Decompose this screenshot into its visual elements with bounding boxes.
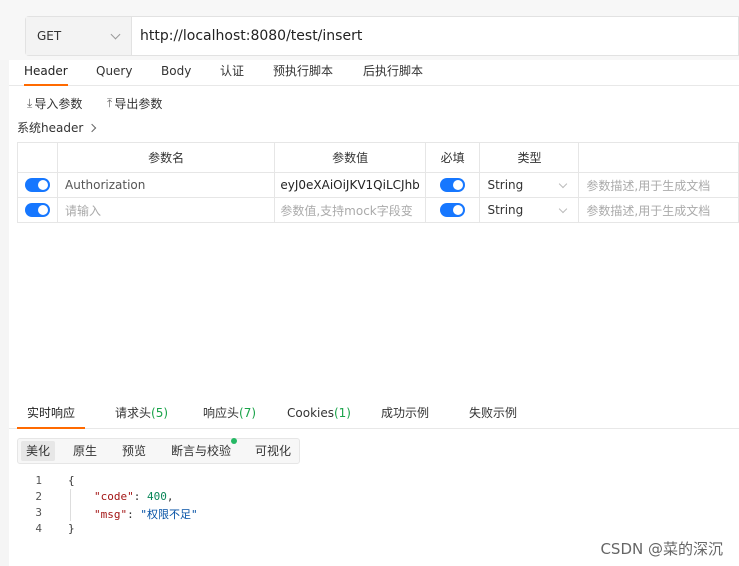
tab-count: (1) (333, 406, 351, 420)
download-icon: ⤓ (27, 96, 33, 110)
import-params-label: 导入参数 (34, 97, 83, 111)
view-tab-raw[interactable]: 原生 (68, 441, 102, 461)
code-close-brace: } (68, 522, 75, 535)
view-tab-preview[interactable]: 预览 (117, 441, 151, 461)
watermark: CSDN @菜的深沉 (600, 540, 723, 558)
tab-count: (5) (151, 406, 169, 420)
upload-icon: ⤒ (107, 96, 113, 110)
chevron-down-icon (559, 204, 568, 214)
tab-label: Cookies (287, 406, 334, 420)
tab-count: (7) (239, 406, 257, 420)
header-description (578, 142, 739, 173)
tab-cookies[interactable]: Cookies(1) (287, 400, 351, 429)
header-param-name: 参数名 (56, 142, 276, 173)
param-description-field[interactable]: 参数描述,用于生成文档 (578, 172, 739, 198)
tab-header[interactable]: Header (24, 58, 68, 86)
tab-pre-script[interactable]: 预执行脚本 (273, 58, 333, 86)
type-select[interactable]: String (479, 172, 580, 198)
tab-body[interactable]: Body (161, 58, 191, 86)
request-url-bar: GET http://localhost:8080/test/insert (25, 16, 739, 56)
response-body: 1 2 3 4 { "code": 400, "msg": "权限不足" } (17, 474, 739, 544)
enable-cell (17, 197, 58, 223)
url-input[interactable]: http://localhost:8080/test/insert (132, 17, 738, 55)
header-required: 必填 (424, 142, 481, 173)
required-cell (424, 197, 481, 223)
import-params-button[interactable]: ⤓ 导入参数 (27, 95, 82, 112)
line-number: 1 (35, 474, 42, 487)
view-tab-pretty[interactable]: 美化 (21, 441, 56, 461)
header-cell-toggle (17, 142, 58, 173)
tab-label: 请求头 (115, 406, 152, 420)
line-number: 2 (35, 490, 42, 503)
export-params-button[interactable]: ⤒ 导出参数 (107, 95, 162, 112)
table-row: 请输入 参数值,支持mock字段变 String 参数描述,用于生成文档 (17, 197, 739, 223)
tab-label: 实时响应 (26, 406, 75, 420)
json-key: "code" (94, 490, 134, 503)
table-header-row: 参数名 参数值 必填 类型 (17, 142, 739, 173)
chevron-right-icon (88, 123, 97, 133)
method-label: GET (37, 29, 62, 43)
header-param-value: 参数值 (274, 142, 426, 173)
method-select[interactable]: GET (26, 17, 132, 55)
header-type: 类型 (479, 142, 580, 173)
response-tabs: 实时响应 请求头(5) 响应头(7) Cookies(1) 成功示例 失败示例 (9, 400, 739, 429)
params-table: 参数名 参数值 必填 类型 Authorization eyJ0eXAiOiJK… (17, 142, 739, 223)
param-value-field[interactable]: 参数值,支持mock字段变 (274, 197, 426, 223)
tab-live-response[interactable]: 实时响应 (17, 400, 85, 429)
chevron-down-icon (110, 29, 121, 40)
export-params-label: 导出参数 (114, 97, 163, 111)
param-value-field[interactable]: eyJ0eXAiOiJKV1QiLCJhb (274, 172, 426, 198)
chevron-down-icon (559, 179, 568, 189)
param-name-field[interactable]: 请输入 (56, 197, 276, 223)
system-header-label: 系统header (17, 121, 84, 135)
view-tab-visualize[interactable]: 可视化 (250, 441, 296, 461)
tab-response-headers[interactable]: 响应头(7) (203, 400, 256, 429)
request-tabs: Header Query Body 认证 预执行脚本 后执行脚本 (9, 58, 739, 86)
enable-cell (17, 172, 58, 198)
required-toggle[interactable] (440, 203, 466, 218)
table-row: Authorization eyJ0eXAiOiJKV1QiLCJhb Stri… (17, 172, 739, 198)
indent-guide (70, 489, 71, 521)
tab-auth[interactable]: 认证 (220, 58, 244, 86)
code-line-code: "code": 400, (94, 490, 174, 503)
type-label: String (487, 203, 524, 217)
code-open-brace: { (68, 474, 75, 487)
enable-toggle[interactable] (25, 203, 50, 218)
required-cell (424, 172, 481, 198)
line-number: 4 (35, 522, 42, 535)
tab-label: 失败示例 (469, 406, 518, 420)
tab-success-example[interactable]: 成功示例 (381, 400, 429, 429)
tab-query[interactable]: Query (96, 58, 132, 86)
json-key: "msg" (94, 508, 128, 521)
json-string: "权限不足" (140, 508, 198, 521)
type-label: String (487, 178, 524, 192)
tab-request-headers[interactable]: 请求头(5) (115, 400, 168, 429)
system-header-toggle[interactable]: 系统header (17, 119, 97, 136)
left-gutter (0, 60, 9, 566)
param-description-field[interactable]: 参数描述,用于生成文档 (578, 197, 739, 223)
line-number: 3 (35, 506, 42, 519)
param-name-field[interactable]: Authorization (56, 172, 276, 198)
response-view-tabs: 美化 原生 预览 断言与校验 可视化 (17, 438, 300, 464)
json-number: 400 (147, 490, 167, 503)
code-line-msg: "msg": "权限不足" (94, 508, 198, 521)
tab-label: 响应头 (203, 406, 240, 420)
status-dot-icon (231, 438, 237, 444)
tab-post-script[interactable]: 后执行脚本 (363, 58, 423, 86)
type-select[interactable]: String (479, 197, 580, 223)
view-tab-assertions[interactable]: 断言与校验 (166, 441, 236, 461)
enable-toggle[interactable] (25, 178, 50, 193)
required-toggle[interactable] (440, 178, 466, 193)
tab-label: 成功示例 (381, 406, 430, 420)
tab-failure-example[interactable]: 失败示例 (469, 400, 517, 429)
